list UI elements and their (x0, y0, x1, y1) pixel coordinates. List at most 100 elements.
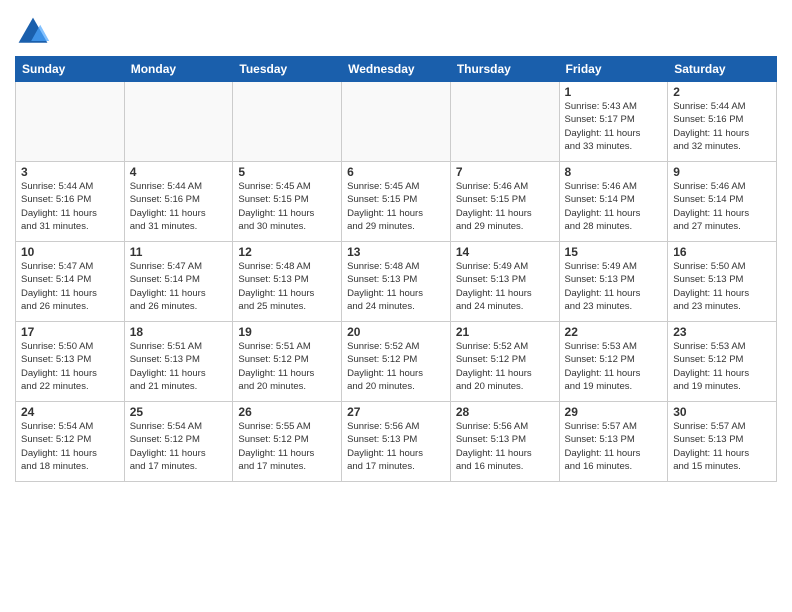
calendar-cell: 1Sunrise: 5:43 AMSunset: 5:17 PMDaylight… (559, 82, 668, 162)
day-info: Sunrise: 5:48 AMSunset: 5:13 PMDaylight:… (347, 260, 445, 313)
day-number: 5 (238, 165, 336, 179)
day-info: Sunrise: 5:44 AMSunset: 5:16 PMDaylight:… (673, 100, 771, 153)
day-info: Sunrise: 5:52 AMSunset: 5:12 PMDaylight:… (347, 340, 445, 393)
day-info: Sunrise: 5:50 AMSunset: 5:13 PMDaylight:… (673, 260, 771, 313)
week-row-2: 10Sunrise: 5:47 AMSunset: 5:14 PMDayligh… (16, 242, 777, 322)
day-info: Sunrise: 5:46 AMSunset: 5:14 PMDaylight:… (673, 180, 771, 233)
calendar-table: SundayMondayTuesdayWednesdayThursdayFrid… (15, 56, 777, 482)
day-info: Sunrise: 5:53 AMSunset: 5:12 PMDaylight:… (565, 340, 663, 393)
calendar-cell: 23Sunrise: 5:53 AMSunset: 5:12 PMDayligh… (668, 322, 777, 402)
day-info: Sunrise: 5:46 AMSunset: 5:14 PMDaylight:… (565, 180, 663, 233)
calendar-cell: 27Sunrise: 5:56 AMSunset: 5:13 PMDayligh… (342, 402, 451, 482)
day-info: Sunrise: 5:45 AMSunset: 5:15 PMDaylight:… (238, 180, 336, 233)
calendar-cell: 26Sunrise: 5:55 AMSunset: 5:12 PMDayligh… (233, 402, 342, 482)
day-info: Sunrise: 5:45 AMSunset: 5:15 PMDaylight:… (347, 180, 445, 233)
logo-icon (15, 14, 51, 50)
calendar-cell: 3Sunrise: 5:44 AMSunset: 5:16 PMDaylight… (16, 162, 125, 242)
day-info: Sunrise: 5:53 AMSunset: 5:12 PMDaylight:… (673, 340, 771, 393)
day-number: 23 (673, 325, 771, 339)
day-number: 4 (130, 165, 228, 179)
week-row-1: 3Sunrise: 5:44 AMSunset: 5:16 PMDaylight… (16, 162, 777, 242)
calendar-cell: 28Sunrise: 5:56 AMSunset: 5:13 PMDayligh… (450, 402, 559, 482)
calendar-cell: 13Sunrise: 5:48 AMSunset: 5:13 PMDayligh… (342, 242, 451, 322)
calendar-cell (124, 82, 233, 162)
calendar-cell: 2Sunrise: 5:44 AMSunset: 5:16 PMDaylight… (668, 82, 777, 162)
day-info: Sunrise: 5:48 AMSunset: 5:13 PMDaylight:… (238, 260, 336, 313)
calendar-cell: 25Sunrise: 5:54 AMSunset: 5:12 PMDayligh… (124, 402, 233, 482)
day-number: 3 (21, 165, 119, 179)
day-number: 29 (565, 405, 663, 419)
week-row-3: 17Sunrise: 5:50 AMSunset: 5:13 PMDayligh… (16, 322, 777, 402)
col-header-thursday: Thursday (450, 57, 559, 82)
calendar-cell: 16Sunrise: 5:50 AMSunset: 5:13 PMDayligh… (668, 242, 777, 322)
week-row-0: 1Sunrise: 5:43 AMSunset: 5:17 PMDaylight… (16, 82, 777, 162)
day-info: Sunrise: 5:43 AMSunset: 5:17 PMDaylight:… (565, 100, 663, 153)
day-number: 1 (565, 85, 663, 99)
day-number: 17 (21, 325, 119, 339)
calendar-cell: 14Sunrise: 5:49 AMSunset: 5:13 PMDayligh… (450, 242, 559, 322)
day-number: 26 (238, 405, 336, 419)
calendar-cell: 30Sunrise: 5:57 AMSunset: 5:13 PMDayligh… (668, 402, 777, 482)
calendar-cell: 8Sunrise: 5:46 AMSunset: 5:14 PMDaylight… (559, 162, 668, 242)
day-info: Sunrise: 5:52 AMSunset: 5:12 PMDaylight:… (456, 340, 554, 393)
day-info: Sunrise: 5:57 AMSunset: 5:13 PMDaylight:… (565, 420, 663, 473)
day-number: 22 (565, 325, 663, 339)
calendar-cell: 17Sunrise: 5:50 AMSunset: 5:13 PMDayligh… (16, 322, 125, 402)
day-info: Sunrise: 5:51 AMSunset: 5:12 PMDaylight:… (238, 340, 336, 393)
calendar-cell: 4Sunrise: 5:44 AMSunset: 5:16 PMDaylight… (124, 162, 233, 242)
col-header-wednesday: Wednesday (342, 57, 451, 82)
day-number: 7 (456, 165, 554, 179)
day-number: 21 (456, 325, 554, 339)
col-header-friday: Friday (559, 57, 668, 82)
day-info: Sunrise: 5:49 AMSunset: 5:13 PMDaylight:… (565, 260, 663, 313)
day-info: Sunrise: 5:56 AMSunset: 5:13 PMDaylight:… (456, 420, 554, 473)
calendar-cell: 6Sunrise: 5:45 AMSunset: 5:15 PMDaylight… (342, 162, 451, 242)
col-header-saturday: Saturday (668, 57, 777, 82)
col-header-sunday: Sunday (16, 57, 125, 82)
day-number: 20 (347, 325, 445, 339)
day-info: Sunrise: 5:44 AMSunset: 5:16 PMDaylight:… (130, 180, 228, 233)
day-number: 24 (21, 405, 119, 419)
day-info: Sunrise: 5:56 AMSunset: 5:13 PMDaylight:… (347, 420, 445, 473)
day-number: 11 (130, 245, 228, 259)
day-number: 16 (673, 245, 771, 259)
calendar-cell (342, 82, 451, 162)
day-number: 25 (130, 405, 228, 419)
calendar-cell: 18Sunrise: 5:51 AMSunset: 5:13 PMDayligh… (124, 322, 233, 402)
logo (15, 14, 55, 50)
day-number: 12 (238, 245, 336, 259)
calendar-cell: 20Sunrise: 5:52 AMSunset: 5:12 PMDayligh… (342, 322, 451, 402)
calendar-cell: 11Sunrise: 5:47 AMSunset: 5:14 PMDayligh… (124, 242, 233, 322)
page: SundayMondayTuesdayWednesdayThursdayFrid… (0, 0, 792, 492)
calendar-cell: 12Sunrise: 5:48 AMSunset: 5:13 PMDayligh… (233, 242, 342, 322)
col-header-monday: Monday (124, 57, 233, 82)
day-info: Sunrise: 5:44 AMSunset: 5:16 PMDaylight:… (21, 180, 119, 233)
calendar-cell: 22Sunrise: 5:53 AMSunset: 5:12 PMDayligh… (559, 322, 668, 402)
header (15, 10, 777, 50)
day-info: Sunrise: 5:46 AMSunset: 5:15 PMDaylight:… (456, 180, 554, 233)
day-number: 19 (238, 325, 336, 339)
day-number: 6 (347, 165, 445, 179)
calendar-cell: 5Sunrise: 5:45 AMSunset: 5:15 PMDaylight… (233, 162, 342, 242)
calendar-cell (16, 82, 125, 162)
day-number: 9 (673, 165, 771, 179)
calendar-cell: 10Sunrise: 5:47 AMSunset: 5:14 PMDayligh… (16, 242, 125, 322)
day-number: 18 (130, 325, 228, 339)
day-info: Sunrise: 5:47 AMSunset: 5:14 PMDaylight:… (130, 260, 228, 313)
day-info: Sunrise: 5:51 AMSunset: 5:13 PMDaylight:… (130, 340, 228, 393)
day-number: 27 (347, 405, 445, 419)
col-header-tuesday: Tuesday (233, 57, 342, 82)
day-number: 14 (456, 245, 554, 259)
day-info: Sunrise: 5:55 AMSunset: 5:12 PMDaylight:… (238, 420, 336, 473)
day-number: 30 (673, 405, 771, 419)
day-number: 13 (347, 245, 445, 259)
calendar-cell: 9Sunrise: 5:46 AMSunset: 5:14 PMDaylight… (668, 162, 777, 242)
day-info: Sunrise: 5:57 AMSunset: 5:13 PMDaylight:… (673, 420, 771, 473)
calendar-cell (233, 82, 342, 162)
week-row-4: 24Sunrise: 5:54 AMSunset: 5:12 PMDayligh… (16, 402, 777, 482)
day-info: Sunrise: 5:54 AMSunset: 5:12 PMDaylight:… (21, 420, 119, 473)
day-number: 8 (565, 165, 663, 179)
day-number: 2 (673, 85, 771, 99)
day-info: Sunrise: 5:49 AMSunset: 5:13 PMDaylight:… (456, 260, 554, 313)
calendar-cell: 7Sunrise: 5:46 AMSunset: 5:15 PMDaylight… (450, 162, 559, 242)
